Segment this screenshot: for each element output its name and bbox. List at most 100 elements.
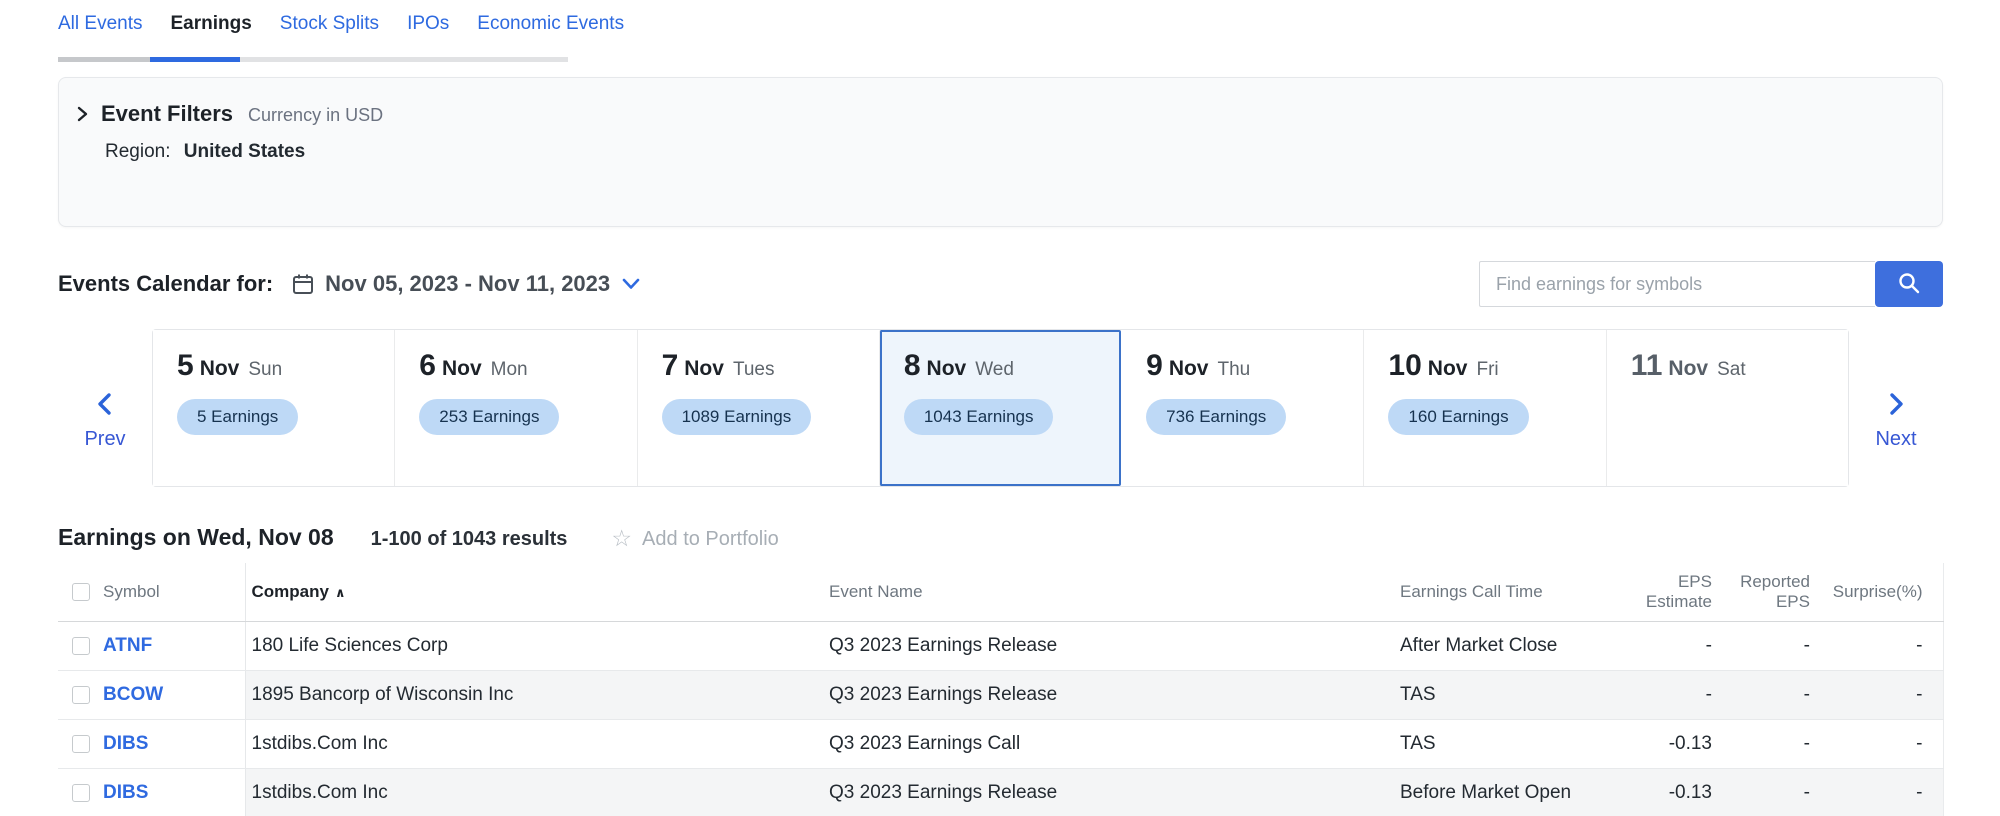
chevron-right-icon (1885, 391, 1907, 422)
call-time-cell: TAS (1395, 719, 1625, 768)
day-card-nov-11[interactable]: 11NovSat (1606, 330, 1848, 486)
results-heading: Earnings on Wed, Nov 08 (58, 524, 334, 551)
reported-eps-cell: - (1715, 768, 1813, 816)
day-card-nov-7[interactable]: 7NovTues 1089 Earnings (637, 330, 879, 486)
header-surprise[interactable]: Surprise(%) (1813, 563, 1943, 621)
event-filters-header[interactable]: Event Filters Currency in USD (76, 101, 1924, 127)
surprise-cell: - (1813, 670, 1943, 719)
reported-eps-cell: - (1715, 719, 1813, 768)
event-name-cell: Q3 2023 Earnings Release (828, 621, 1395, 670)
earnings-count-pill: 736 Earnings (1146, 399, 1286, 435)
surprise-cell: - (1813, 768, 1943, 816)
earnings-count-pill: 160 Earnings (1388, 399, 1528, 435)
company-cell: 1895 Bancorp of Wisconsin Inc (245, 670, 828, 719)
event-name-cell: Q3 2023 Earnings Call (828, 719, 1395, 768)
eps-estimate-cell: -0.13 (1625, 768, 1715, 816)
row-checkbox[interactable] (72, 784, 90, 802)
event-filters-panel: Event Filters Currency in USD Region: Un… (58, 77, 1943, 227)
symbol-link[interactable]: DIBS (103, 733, 148, 755)
day-date: 11NovSat (1631, 349, 1848, 383)
tab-all-events[interactable]: All Events (58, 13, 142, 35)
header-company-sorted[interactable]: Company∧ (245, 563, 828, 621)
event-filters-title: Event Filters (101, 101, 233, 127)
day-card-nov-6[interactable]: 6NovMon 253 Earnings (394, 330, 636, 486)
next-week-button[interactable]: Next (1849, 329, 1943, 487)
region-row: Region: United States (76, 141, 1924, 163)
call-time-cell: After Market Close (1395, 621, 1625, 670)
chevron-down-icon[interactable] (622, 278, 640, 290)
results-count: 1-100 of 1043 results (371, 528, 568, 551)
symbol-link[interactable]: DIBS (103, 782, 148, 804)
calendar-header-row: Events Calendar for: Nov 05, 2023 - Nov … (58, 261, 1943, 307)
reported-eps-cell: - (1715, 621, 1813, 670)
calendar-icon (291, 272, 315, 296)
day-card-nov-5[interactable]: 5NovSun 5 Earnings (153, 330, 394, 486)
region-label: Region: (105, 141, 171, 162)
symbol-cell: ATNF (58, 621, 245, 670)
day-date: 9NovThu (1146, 349, 1363, 383)
tab-scrollbar-track[interactable] (58, 57, 568, 62)
next-label: Next (1875, 428, 1916, 451)
header-event-name[interactable]: Event Name (828, 563, 1395, 621)
earnings-count-pill: 253 Earnings (419, 399, 559, 435)
week-strip: Prev 5NovSun 5 Earnings 6NovMon 253 Earn… (58, 329, 1943, 487)
date-range-label[interactable]: Nov 05, 2023 - Nov 11, 2023 (325, 271, 610, 297)
symbol-cell: DIBS (58, 768, 245, 816)
company-cell: 1stdibs.Com Inc (245, 719, 828, 768)
call-time-cell: TAS (1395, 670, 1625, 719)
tab-track-rest (240, 57, 568, 62)
symbol-search (1479, 261, 1943, 307)
header-eps-estimate[interactable]: EPS Estimate (1625, 563, 1715, 621)
calendar-heading: Events Calendar for: (58, 271, 273, 297)
surprise-cell: - (1813, 719, 1943, 768)
add-to-portfolio-label: Add to Portfolio (642, 528, 779, 551)
day-date: 10NovFri (1388, 349, 1605, 383)
day-card-nov-10[interactable]: 10NovFri 160 Earnings (1363, 330, 1605, 486)
search-button[interactable] (1875, 261, 1943, 307)
symbol-link[interactable]: ATNF (103, 635, 152, 657)
day-date: 7NovTues (662, 349, 879, 383)
symbol-link[interactable]: BCOW (103, 684, 163, 706)
earnings-table: Symbol Company∧ Event Name Earnings Call… (58, 563, 1944, 816)
day-date: 6NovMon (419, 349, 636, 383)
table-row: DIBS 1stdibs.Com Inc Q3 2023 Earnings Ca… (58, 719, 1943, 768)
symbol-cell: DIBS (58, 719, 245, 768)
day-date: 8NovWed (904, 349, 1121, 383)
active-tab-indicator (150, 57, 240, 62)
select-all-checkbox[interactable] (72, 583, 90, 601)
prev-week-button[interactable]: Prev (58, 329, 152, 487)
results-header-row: Earnings on Wed, Nov 08 1-100 of 1043 re… (58, 524, 1943, 551)
chevron-left-icon (94, 391, 116, 422)
day-date: 5NovSun (177, 349, 394, 383)
company-cell: 1stdibs.Com Inc (245, 768, 828, 816)
surprise-cell: - (1813, 621, 1943, 670)
chevron-right-icon (76, 106, 89, 127)
search-input[interactable] (1479, 261, 1875, 307)
row-checkbox[interactable] (72, 637, 90, 655)
eps-estimate-cell: - (1625, 670, 1715, 719)
company-cell: 180 Life Sciences Corp (245, 621, 828, 670)
calendar-range-group: Events Calendar for: Nov 05, 2023 - Nov … (58, 271, 640, 297)
add-to-portfolio-button[interactable]: ☆ Add to Portfolio (611, 524, 778, 551)
tab-earnings[interactable]: Earnings (170, 13, 251, 35)
earnings-count-pill: 5 Earnings (177, 399, 298, 435)
symbol-cell: BCOW (58, 670, 245, 719)
prev-label: Prev (84, 428, 125, 451)
tab-ipos[interactable]: IPOs (407, 13, 449, 35)
earnings-calendar-page: All Events Earnings Stock Splits IPOs Ec… (0, 0, 2000, 816)
day-card-nov-9[interactable]: 9NovThu 736 Earnings (1121, 330, 1363, 486)
day-card-nov-8-selected[interactable]: 8NovWed 1043 Earnings (879, 330, 1121, 486)
table-row: ATNF 180 Life Sciences Corp Q3 2023 Earn… (58, 621, 1943, 670)
tab-scrollbar-thumb[interactable] (58, 57, 150, 62)
tab-economic-events[interactable]: Economic Events (477, 13, 624, 35)
header-reported-eps[interactable]: Reported EPS (1715, 563, 1813, 621)
tab-stock-splits[interactable]: Stock Splits (280, 13, 379, 35)
day-cards: 5NovSun 5 Earnings 6NovMon 253 Earnings … (152, 329, 1849, 487)
sort-asc-icon: ∧ (335, 585, 346, 600)
event-name-cell: Q3 2023 Earnings Release (828, 768, 1395, 816)
reported-eps-cell: - (1715, 670, 1813, 719)
row-checkbox[interactable] (72, 735, 90, 753)
row-checkbox[interactable] (72, 686, 90, 704)
header-earnings-call-time[interactable]: Earnings Call Time (1395, 563, 1625, 621)
region-value: United States (184, 141, 305, 162)
